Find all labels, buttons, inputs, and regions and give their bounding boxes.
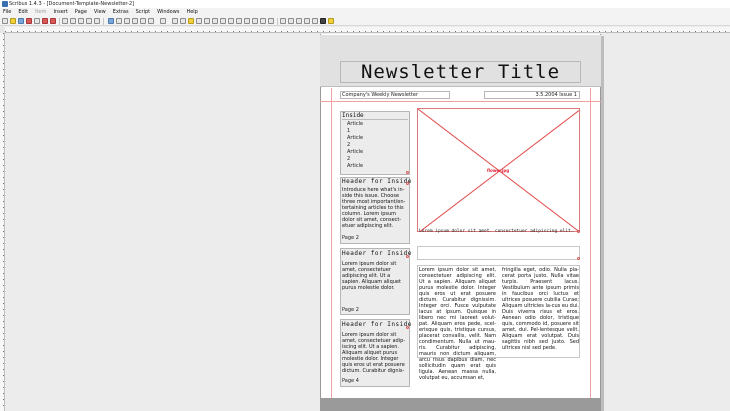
toc-item: 2 bbox=[347, 142, 351, 148]
cut-icon[interactable] bbox=[78, 18, 84, 24]
undo-icon[interactable] bbox=[62, 18, 68, 24]
margin-guide-top bbox=[320, 101, 601, 102]
copy-icon[interactable] bbox=[86, 18, 92, 24]
export-pdf-icon[interactable] bbox=[50, 18, 56, 24]
sidebar-heading: Header for Inside bbox=[342, 178, 412, 185]
pdf-text-annotation-icon[interactable] bbox=[320, 18, 326, 24]
toc-item: Article bbox=[347, 149, 364, 155]
sidebar-page: Page 2 bbox=[342, 307, 359, 313]
shape-icon[interactable] bbox=[148, 18, 154, 24]
text-overflow-marker bbox=[577, 257, 580, 260]
menu-bar: File Edit Item Insert Page View Extras Script Wi… bbox=[0, 8, 730, 17]
link-annotation-icon[interactable] bbox=[268, 18, 274, 24]
menu-item[interactable]: Item bbox=[32, 8, 50, 17]
menu-insert[interactable]: Insert bbox=[50, 8, 71, 17]
measure-icon[interactable] bbox=[244, 18, 250, 24]
menu-script[interactable]: Script bbox=[133, 8, 155, 17]
toc-item: 1 bbox=[347, 128, 351, 134]
text-frame-icon[interactable] bbox=[116, 18, 122, 24]
sidebar-page: Page 2 bbox=[342, 235, 359, 241]
newsletter-title[interactable]: Newsletter Title bbox=[340, 61, 581, 83]
eyedropper-icon[interactable] bbox=[260, 18, 266, 24]
toc-divider bbox=[342, 119, 408, 120]
print-icon[interactable] bbox=[34, 18, 40, 24]
menu-help[interactable]: Help bbox=[183, 8, 201, 17]
text-overflow-marker bbox=[406, 255, 409, 258]
article-column-1: Lorem ipsum dolor sit amet, consectetuer… bbox=[419, 267, 496, 381]
text-overflow-marker bbox=[406, 182, 409, 185]
article-column-2: fringilla eget, odio. Nulla pla-cerat po… bbox=[502, 267, 579, 351]
image-filename: flower.jpg bbox=[487, 168, 510, 173]
text-overflow-marker bbox=[406, 326, 409, 329]
menu-windows[interactable]: Windows bbox=[154, 8, 183, 17]
margin-guide-left bbox=[331, 88, 332, 398]
toc-item: Article bbox=[347, 163, 364, 169]
menu-page[interactable]: Page bbox=[72, 8, 91, 17]
lightning-icon[interactable] bbox=[328, 18, 334, 24]
image-caption[interactable]: Lorem ipsum dolor sit amet. consectetuer… bbox=[419, 229, 573, 234]
pdf-textfield-icon[interactable] bbox=[288, 18, 294, 24]
company-field[interactable]: Company's Weekly Newsletter bbox=[340, 91, 450, 99]
toc-item: 2 bbox=[347, 156, 351, 162]
window-title: Scribus 1.4.3 - [Document-Template-Newsl… bbox=[9, 1, 135, 7]
headline-frame[interactable] bbox=[417, 246, 580, 260]
unlink-frames-icon[interactable] bbox=[236, 18, 242, 24]
freehand-icon[interactable] bbox=[188, 18, 194, 24]
issue-field[interactable]: 3.5.2004 Issue 1 bbox=[484, 91, 580, 99]
edit-text-icon[interactable] bbox=[220, 18, 226, 24]
open-folder-icon[interactable] bbox=[10, 18, 16, 24]
text-overflow-marker bbox=[406, 171, 409, 174]
rotate-icon[interactable] bbox=[196, 18, 202, 24]
bezier-icon[interactable] bbox=[180, 18, 186, 24]
scribus-app-icon bbox=[2, 1, 8, 7]
menu-extras[interactable]: Extras bbox=[110, 8, 133, 17]
table-icon[interactable] bbox=[140, 18, 146, 24]
sidebar-text: Introduce here what's in-side this issue… bbox=[342, 187, 406, 229]
pdf-checkbox-icon[interactable] bbox=[296, 18, 302, 24]
link-frames-icon[interactable] bbox=[228, 18, 234, 24]
line-icon[interactable] bbox=[172, 18, 178, 24]
title-bar: Scribus 1.4.3 - [Document-Template-Newsl… bbox=[0, 0, 730, 8]
horizontal-ruler[interactable] bbox=[5, 27, 730, 33]
menu-view[interactable]: View bbox=[91, 8, 110, 17]
sidebar-page: Page 4 bbox=[342, 378, 359, 384]
pdf-button-icon[interactable] bbox=[280, 18, 286, 24]
menu-edit[interactable]: Edit bbox=[15, 8, 32, 17]
pdf-listbox-icon[interactable] bbox=[312, 18, 318, 24]
close-document-icon[interactable] bbox=[26, 18, 32, 24]
save-icon[interactable] bbox=[18, 18, 24, 24]
toolbar bbox=[0, 17, 730, 26]
text-overflow-marker bbox=[577, 230, 580, 233]
toc-item: Article bbox=[347, 121, 364, 127]
paste-icon[interactable] bbox=[94, 18, 100, 24]
edit-contents-icon[interactable] bbox=[212, 18, 218, 24]
pdf-combobox-icon[interactable] bbox=[304, 18, 310, 24]
new-document-icon[interactable] bbox=[2, 18, 8, 24]
select-tool-icon[interactable] bbox=[108, 18, 114, 24]
preflight-icon[interactable] bbox=[42, 18, 48, 24]
toc-heading: Inside bbox=[342, 112, 364, 119]
margin-guide-right bbox=[590, 88, 591, 398]
sidebar-text: Lorem ipsum dolor sit amet, consectetuer… bbox=[342, 261, 401, 291]
image-frame-icon[interactable] bbox=[124, 18, 130, 24]
redo-icon[interactable] bbox=[70, 18, 76, 24]
menu-file[interactable]: File bbox=[0, 8, 15, 17]
sidebar-text: Lorem ipsum dolor sit amet, consectetuer… bbox=[342, 332, 406, 374]
polygon-icon[interactable] bbox=[160, 18, 166, 24]
sidebar-heading: Header for Inside bbox=[342, 250, 412, 257]
page-shadow bbox=[601, 36, 604, 411]
zoom-icon[interactable] bbox=[204, 18, 210, 24]
toc-item: Article bbox=[347, 135, 364, 141]
sidebar-heading: Header for Inside bbox=[342, 321, 412, 328]
copy-properties-icon[interactable] bbox=[252, 18, 258, 24]
render-frame-icon[interactable] bbox=[132, 18, 138, 24]
next-page-area bbox=[320, 398, 601, 411]
